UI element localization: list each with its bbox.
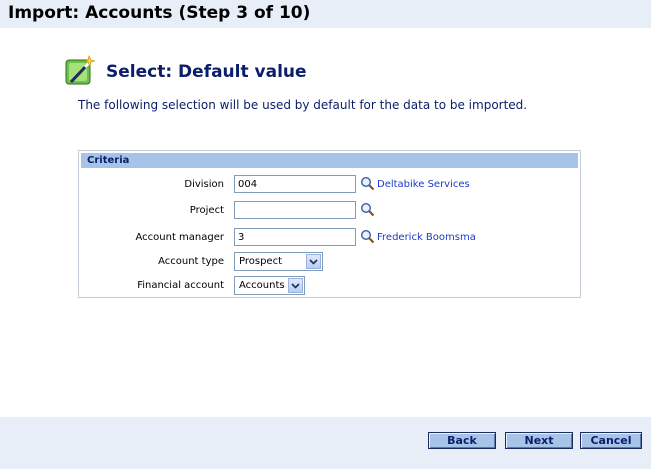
financial-account-select[interactable]: Accounts (234, 276, 305, 295)
account-type-label: Account type (158, 256, 224, 267)
back-button[interactable]: Back (428, 432, 496, 449)
criteria-header: Criteria (81, 153, 578, 168)
project-lookup-icon[interactable] (360, 202, 375, 217)
division-field[interactable] (234, 175, 356, 193)
project-label: Project (189, 205, 224, 216)
page-title: Import: Accounts (Step 3 of 10) (8, 3, 311, 23)
account-type-value: Prospect (239, 256, 282, 267)
financial-account-label: Financial account (137, 280, 224, 291)
division-row: Division Deltabike Services (79, 175, 579, 197)
wizard-wand-icon (62, 54, 96, 88)
criteria-panel: Criteria Division Deltabike Services Pro… (78, 150, 581, 298)
division-name-link[interactable]: Deltabike Services (377, 179, 470, 190)
button-bar: Back Next Cancel (0, 417, 651, 469)
account-manager-label: Account manager (135, 232, 224, 243)
project-field[interactable] (234, 201, 356, 219)
chevron-down-icon[interactable] (306, 254, 321, 269)
account-manager-field[interactable] (234, 228, 356, 246)
division-label: Division (184, 179, 224, 190)
account-type-select[interactable]: Prospect (234, 252, 323, 271)
next-button[interactable]: Next (505, 432, 573, 449)
financial-account-row: Financial account Accounts (79, 276, 579, 298)
cancel-button[interactable]: Cancel (580, 432, 642, 449)
division-lookup-icon[interactable] (360, 176, 375, 191)
project-row: Project (79, 201, 579, 223)
financial-account-value: Accounts (239, 280, 285, 291)
section-title: Select: Default value (106, 62, 307, 82)
title-bar: Import: Accounts (Step 3 of 10) (0, 0, 651, 28)
account-type-row: Account type Prospect (79, 252, 579, 274)
account-manager-lookup-icon[interactable] (360, 229, 375, 244)
intro-text: The following selection will be used by … (78, 98, 528, 112)
account-manager-row: Account manager Frederick Boomsma (79, 228, 579, 250)
chevron-down-icon[interactable] (288, 278, 303, 293)
account-manager-name-link[interactable]: Frederick Boomsma (377, 232, 476, 243)
